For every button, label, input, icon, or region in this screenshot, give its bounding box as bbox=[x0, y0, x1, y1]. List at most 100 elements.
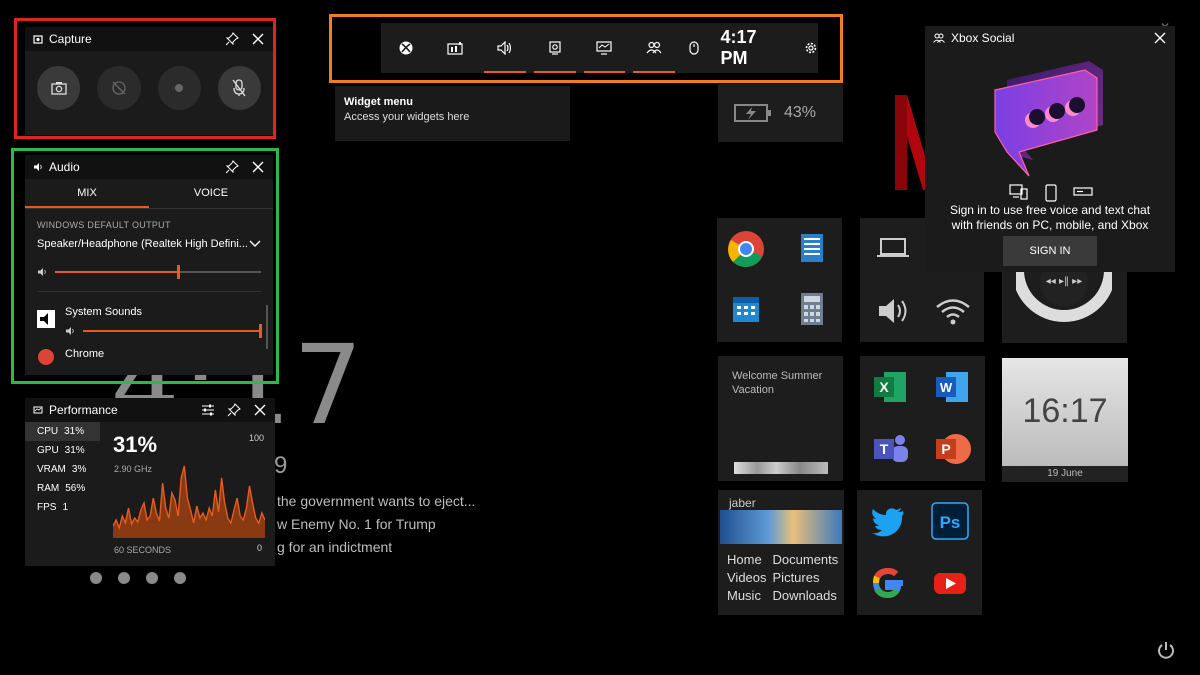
media-player-icon[interactable]: ◂◂ ▸‖ ▸▸ bbox=[1016, 270, 1112, 330]
widget-menu-button[interactable] bbox=[431, 23, 481, 73]
tab-mix[interactable]: MIX bbox=[25, 179, 149, 208]
sign-in-button[interactable]: SIGN IN bbox=[1003, 236, 1097, 266]
teams-icon[interactable]: T bbox=[872, 430, 910, 468]
output-device-name: Speaker/Headphone (Realtek High Defini..… bbox=[37, 238, 248, 250]
chrome-icon[interactable] bbox=[727, 230, 765, 268]
page-indicator[interactable] bbox=[90, 572, 186, 584]
metric-label: FPS bbox=[37, 502, 57, 513]
powerpoint-icon[interactable]: P bbox=[934, 430, 972, 468]
gear-icon[interactable] bbox=[804, 41, 818, 55]
tooltip-title: Widget menu bbox=[344, 96, 413, 108]
app-name-chrome: Chrome bbox=[65, 348, 105, 360]
metric-value: 1 bbox=[62, 502, 69, 513]
summer-tile[interactable]: Welcome Summer Vacation bbox=[718, 356, 843, 481]
system-sounds-volume-slider[interactable] bbox=[83, 324, 262, 338]
media-tile[interactable]: ◂◂ ▸‖ ▸▸ bbox=[1002, 270, 1127, 343]
master-volume-fill bbox=[55, 271, 179, 273]
performance-widget[interactable]: Performance CPU 31% GPU 31% VRAM 3% RAM 56% … bbox=[25, 398, 275, 566]
metric-value: 31% bbox=[64, 426, 85, 437]
master-volume-knob[interactable] bbox=[176, 265, 180, 279]
system-sounds-volume-knob[interactable] bbox=[259, 324, 262, 338]
audio-toolbar-button[interactable] bbox=[480, 23, 530, 73]
performance-title: Performance bbox=[49, 403, 118, 417]
laptop-icon[interactable] bbox=[874, 230, 912, 268]
record-last-30s-button[interactable] bbox=[97, 66, 141, 110]
wifi-icon[interactable] bbox=[934, 292, 972, 330]
app-name-system-sounds: System Sounds bbox=[65, 306, 143, 318]
metric-gpu[interactable]: GPU 31% bbox=[25, 441, 100, 460]
social-message-line-1: Sign in to use free voice and text chat bbox=[949, 203, 1151, 217]
capture-widget[interactable]: Capture bbox=[25, 27, 273, 135]
news-line-1: the government wants to eject... bbox=[277, 493, 476, 509]
start-recording-button[interactable] bbox=[157, 66, 201, 110]
audio-scrollbar[interactable] bbox=[266, 305, 268, 349]
close-icon[interactable] bbox=[1153, 31, 1167, 45]
explorer-link-music[interactable]: Music bbox=[727, 588, 767, 603]
calculator-icon[interactable] bbox=[793, 290, 831, 328]
explorer-link-pictures[interactable]: Pictures bbox=[773, 570, 839, 585]
performance-toolbar-button[interactable] bbox=[580, 23, 630, 73]
word-icon[interactable]: W bbox=[934, 368, 972, 406]
power-icon[interactable] bbox=[1156, 640, 1176, 660]
explorer-link-downloads[interactable]: Downloads bbox=[773, 588, 839, 603]
mouse-button[interactable] bbox=[679, 23, 709, 73]
metric-vram[interactable]: VRAM 3% bbox=[25, 460, 100, 479]
excel-icon[interactable]: X bbox=[872, 368, 910, 406]
office-tile[interactable]: X W T P bbox=[860, 356, 985, 481]
apps-tile[interactable] bbox=[717, 218, 842, 342]
screenshot-button[interactable] bbox=[37, 66, 81, 110]
photoshop-icon[interactable]: Ps bbox=[931, 502, 969, 540]
youtube-icon[interactable] bbox=[931, 564, 969, 602]
capture-toolbar-button[interactable] bbox=[530, 23, 580, 73]
summer-tile-text: Welcome Summer Vacation bbox=[732, 370, 823, 396]
pin-icon[interactable] bbox=[227, 403, 241, 417]
close-icon[interactable] bbox=[251, 32, 265, 46]
metric-cpu[interactable]: CPU 31% bbox=[25, 422, 100, 441]
audio-widget[interactable]: Audio MIX VOICE WINDOWS DEFAULT OUTPUT S… bbox=[25, 155, 273, 375]
app-row-chrome: Chrome bbox=[37, 348, 261, 366]
google-icon[interactable] bbox=[869, 564, 907, 602]
social-toolbar-button[interactable] bbox=[629, 23, 679, 73]
record-last-icon bbox=[112, 81, 126, 95]
audio-icon bbox=[497, 41, 512, 55]
pin-icon[interactable] bbox=[225, 32, 239, 46]
svg-text:W: W bbox=[940, 380, 953, 395]
file-explorer-tile[interactable]: jaber Home Documents Videos Pictures Mus… bbox=[718, 490, 844, 615]
audio-header[interactable]: Audio bbox=[25, 155, 273, 179]
svg-text:X: X bbox=[879, 379, 889, 395]
xbox-button[interactable] bbox=[381, 23, 431, 73]
explorer-link-documents[interactable]: Documents bbox=[773, 552, 839, 567]
twitter-icon[interactable] bbox=[869, 502, 907, 540]
calendar-icon[interactable] bbox=[727, 290, 765, 328]
social-header[interactable]: Xbox Social bbox=[925, 26, 1175, 50]
xbox-icon bbox=[399, 41, 413, 55]
social-apps-tile[interactable]: Ps bbox=[857, 490, 982, 615]
mic-off-icon bbox=[232, 79, 246, 97]
capture-header[interactable]: Capture bbox=[25, 27, 273, 51]
explorer-user: jaber bbox=[729, 496, 756, 510]
tab-voice[interactable]: VOICE bbox=[149, 179, 273, 208]
explorer-link-home[interactable]: Home bbox=[727, 552, 767, 567]
output-device-select[interactable]: Speaker/Headphone (Realtek High Defini..… bbox=[37, 238, 261, 250]
master-volume-slider[interactable] bbox=[55, 265, 261, 279]
close-icon[interactable] bbox=[253, 403, 267, 417]
svg-text:◂◂ ▸‖ ▸▸: ◂◂ ▸‖ ▸▸ bbox=[1046, 276, 1082, 287]
mic-toggle-button[interactable] bbox=[217, 66, 261, 110]
settings-sliders-icon[interactable] bbox=[201, 403, 215, 417]
volume-icon[interactable] bbox=[874, 292, 912, 330]
metric-label: CPU bbox=[37, 426, 59, 437]
explorer-link-videos[interactable]: Videos bbox=[727, 570, 767, 585]
close-icon[interactable] bbox=[251, 160, 265, 174]
metric-ram[interactable]: RAM 56% bbox=[25, 479, 100, 498]
capture-title: Capture bbox=[49, 32, 92, 46]
widget-menu-tooltip: Widget menu Access your widgets here bbox=[335, 86, 570, 141]
battery-tile[interactable]: 43% bbox=[718, 84, 843, 142]
notepad-icon[interactable] bbox=[793, 230, 831, 268]
clock-tile[interactable]: 16:17 19 June bbox=[1002, 358, 1128, 482]
xbox-social-widget[interactable]: Xbox Social Sign in to use free voice an… bbox=[925, 26, 1175, 272]
metric-label: GPU bbox=[37, 445, 59, 456]
performance-header[interactable]: Performance bbox=[25, 398, 275, 422]
pin-icon[interactable] bbox=[225, 160, 239, 174]
metric-label: RAM bbox=[37, 483, 60, 494]
metric-fps[interactable]: FPS 1 bbox=[25, 498, 100, 517]
